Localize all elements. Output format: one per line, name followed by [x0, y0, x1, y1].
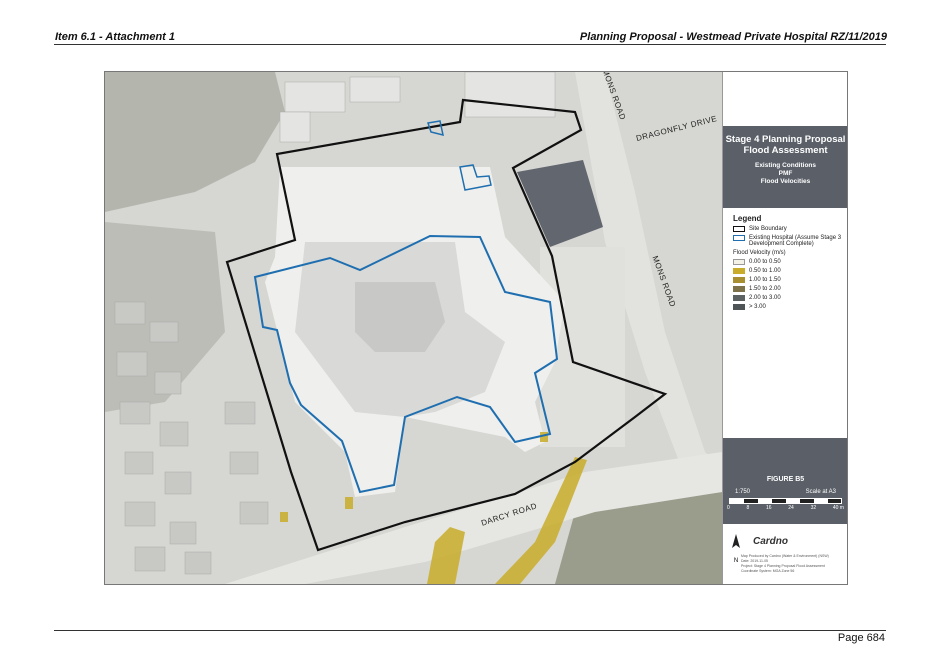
north-arrow-icon: N — [731, 534, 741, 564]
flood-map: MONS ROAD DRAGONFLY DRIVE MONS ROAD DARC… — [104, 71, 848, 585]
header-left-title: Item 6.1 - Attachment 1 — [55, 31, 176, 43]
scale-tick: 24 — [788, 505, 794, 511]
legend-item-existing-hospital: Existing Hospital (Assume Stage 3 Develo… — [733, 235, 843, 247]
velocity-swatch — [733, 286, 745, 292]
legend-item-velocity: 2.00 to 3.00 — [733, 295, 843, 301]
map-subtitle-velocities: Flood Velocities — [760, 178, 811, 185]
header-rule — [54, 44, 886, 45]
north-label: N — [733, 558, 739, 564]
map-title-box: Stage 4 Planning Proposal Flood Assessme… — [723, 126, 847, 208]
legend-item-velocity: 0.50 to 1.00 — [733, 268, 843, 274]
legend-label: Site Boundary — [749, 226, 787, 232]
legend-label: 1.50 to 2.00 — [749, 286, 781, 292]
scale-ticks: 0 8 16 24 32 40 m — [723, 505, 847, 511]
legend-item-velocity: 1.00 to 1.50 — [733, 277, 843, 283]
scale-tick: 40 m — [832, 505, 844, 511]
velocity-swatch — [733, 295, 745, 301]
legend-label: 0.00 to 0.50 — [749, 259, 781, 265]
logo-area: N Cardno Map Produced by Cardno (Water &… — [723, 524, 847, 584]
fine-print: Map Produced by Cardno (Water & Environm… — [741, 554, 841, 574]
scale-ratio: 1:750 — [735, 489, 751, 495]
scale-note: Scale at A3 — [805, 489, 836, 495]
scale-bar — [729, 498, 842, 504]
scale-tick: 16 — [766, 505, 772, 511]
map-title: Stage 4 Planning Proposal Flood Assessme… — [725, 134, 846, 156]
figure-label: FIGURE B5 — [766, 476, 805, 483]
legend-item-site-boundary: Site Boundary — [733, 226, 843, 232]
legend-item-velocity: > 3.00 — [733, 304, 843, 310]
map-subtitle-conditions: Existing Conditions — [754, 162, 817, 169]
legend-label: 0.50 to 1.00 — [749, 268, 781, 274]
legend-title: Legend — [733, 214, 762, 223]
legend-label: > 3.00 — [749, 304, 766, 310]
velocity-title: Flood Velocity (m/s) — [733, 250, 786, 256]
velocity-swatch — [733, 268, 745, 274]
map-subtitle-pmf: PMF — [778, 170, 793, 177]
header-right-title: Planning Proposal - Westmead Private Hos… — [579, 31, 887, 43]
footer-rule — [54, 630, 886, 631]
aerial-map — [105, 72, 722, 584]
scale-tick: 32 — [810, 505, 817, 511]
legend: Legend Site Boundary Existing Hospital (… — [733, 214, 843, 313]
velocity-swatch — [733, 259, 745, 265]
legend-item-velocity: 1.50 to 2.00 — [733, 286, 843, 292]
scale-tick: 8 — [746, 505, 750, 511]
map-side-panel: Stage 4 Planning Proposal Flood Assessme… — [722, 72, 847, 584]
legend-item-velocity: 0.00 to 0.50 — [733, 259, 843, 265]
hospital-swatch — [733, 235, 745, 241]
figure-box: FIGURE B5 1:750 Scale at A3 0 8 16 24 32… — [723, 438, 847, 524]
scale-tick: 0 — [727, 505, 730, 511]
legend-label: Existing Hospital (Assume Stage 3 Develo… — [749, 235, 842, 247]
site-boundary-swatch — [733, 226, 745, 232]
velocity-swatch — [733, 277, 745, 283]
legend-label: 2.00 to 3.00 — [749, 295, 781, 301]
velocity-swatch — [733, 304, 745, 310]
cardno-logo: Cardno — [753, 536, 788, 547]
page-number: Page 684 — [837, 632, 885, 644]
legend-label: 1.00 to 1.50 — [749, 277, 781, 283]
fine-print-line: Coordinate System: MGA Zone 56 — [741, 569, 795, 573]
